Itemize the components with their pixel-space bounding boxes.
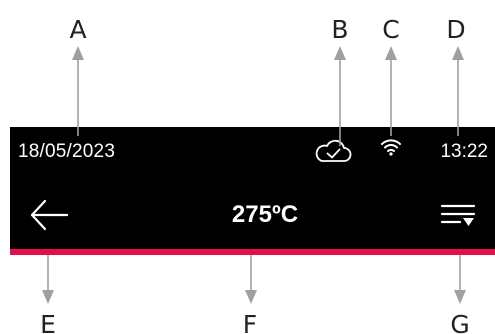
callout-label-c: C	[382, 15, 400, 44]
cloud-check-icon	[315, 139, 352, 162]
back-arrow-icon[interactable]	[28, 197, 70, 233]
filter-menu-icon[interactable]	[440, 201, 476, 229]
status-time: 13:22	[440, 141, 488, 162]
callout-label-a: A	[69, 15, 87, 44]
callout-arrowhead-g	[454, 290, 466, 304]
callout-arrowhead-f	[245, 290, 257, 304]
callout-arrowhead-c	[385, 46, 397, 60]
callout-label-d: D	[446, 15, 466, 44]
callout-label-e: E	[40, 310, 56, 334]
wifi-icon	[381, 139, 401, 156]
callout-arrowhead-b	[334, 46, 346, 60]
device-header-bar: 18/05/2023 13:22 275ºC	[10, 127, 495, 249]
callout-arrowhead-e	[42, 290, 54, 304]
callout-label-g: G	[450, 310, 470, 334]
status-date: 18/05/2023	[18, 141, 116, 162]
callout-label-b: B	[331, 15, 349, 44]
callout-arrowhead-d	[452, 46, 464, 60]
callout-arrowhead-a	[72, 46, 84, 60]
callout-label-f: F	[242, 310, 258, 334]
accent-underline	[10, 249, 495, 255]
temperature-title: 275ºC	[231, 201, 299, 228]
